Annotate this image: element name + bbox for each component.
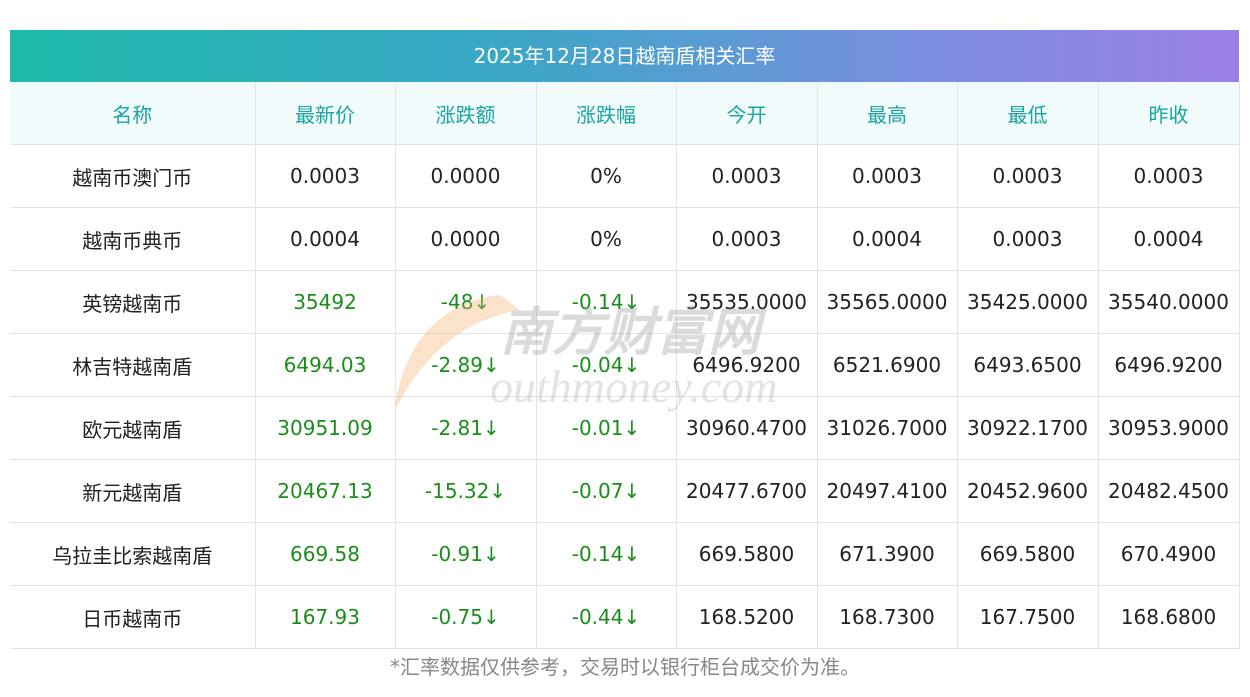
cell-open: 0.0003 (676, 207, 818, 271)
cell-name: 日币越南币 (10, 585, 256, 649)
cell-high: 35565.0000 (817, 270, 958, 334)
table-row: 日币越南币 167.93 -0.75↓ -0.44↓ 168.5200 168.7300 1… (10, 585, 1240, 649)
cell-change: -15.32↓ (395, 459, 537, 523)
cell-open: 35535.0000 (676, 270, 818, 334)
cell-open: 0.0003 (676, 144, 818, 208)
cell-change-pct: 0% (536, 207, 677, 271)
table-row: 林吉特越南盾 6494.03 -2.89↓ -0.04↓ 6496.9200 6521.6… (10, 333, 1240, 397)
cell-open: 6496.9200 (676, 333, 818, 397)
cell-prev-close: 30953.9000 (1098, 396, 1240, 460)
cell-high: 20497.4100 (817, 459, 958, 523)
cell-change: -0.75↓ (395, 585, 537, 649)
cell-name: 欧元越南盾 (10, 396, 256, 460)
cell-name: 越南币典币 (10, 207, 256, 271)
cell-change-pct: -0.44↓ (536, 585, 677, 649)
cell-prev-close: 20482.4500 (1098, 459, 1240, 523)
cell-change: -48↓ (395, 270, 537, 334)
cell-low: 30922.1700 (957, 396, 1099, 460)
cell-low: 669.5800 (957, 522, 1099, 586)
cell-latest: 20467.13 (255, 459, 396, 523)
cell-change-pct: -0.07↓ (536, 459, 677, 523)
cell-latest: 669.58 (255, 522, 396, 586)
rate-table-panel: 2025年12月28日越南盾相关汇率 名称 最新价 涨跌额 涨跌幅 今开 最高 … (10, 30, 1240, 649)
cell-prev-close: 0.0004 (1098, 207, 1240, 271)
cell-high: 0.0003 (817, 144, 958, 208)
cell-low: 35425.0000 (957, 270, 1099, 334)
cell-name: 新元越南盾 (10, 459, 256, 523)
cell-change: -0.91↓ (395, 522, 537, 586)
cell-high: 6521.6900 (817, 333, 958, 397)
cell-open: 669.5800 (676, 522, 818, 586)
cell-open: 30960.4700 (676, 396, 818, 460)
cell-latest: 6494.03 (255, 333, 396, 397)
col-header-latest: 最新价 (255, 82, 396, 145)
cell-change-pct: -0.14↓ (536, 522, 677, 586)
cell-latest: 0.0003 (255, 144, 396, 208)
col-header-name: 名称 (10, 82, 256, 145)
cell-prev-close: 35540.0000 (1098, 270, 1240, 334)
cell-open: 20477.6700 (676, 459, 818, 523)
col-header-high: 最高 (817, 82, 958, 145)
cell-prev-close: 168.6800 (1098, 585, 1240, 649)
cell-change: -2.89↓ (395, 333, 537, 397)
cell-high: 31026.7000 (817, 396, 958, 460)
col-header-open: 今开 (676, 82, 818, 145)
col-header-low: 最低 (957, 82, 1099, 145)
cell-name: 林吉特越南盾 (10, 333, 256, 397)
cell-high: 671.3900 (817, 522, 958, 586)
table-row: 越南币典币 0.0004 0.0000 0% 0.0003 0.0004 0.0003 0.0… (10, 207, 1240, 271)
table-row: 英镑越南币 35492 -48↓ -0.14↓ 35535.0000 35565.0000… (10, 270, 1240, 334)
cell-low: 167.7500 (957, 585, 1099, 649)
cell-change: 0.0000 (395, 144, 537, 208)
col-header-prev-close: 昨收 (1098, 82, 1240, 145)
cell-change: 0.0000 (395, 207, 537, 271)
cell-change-pct: -0.01↓ (536, 396, 677, 460)
cell-prev-close: 670.4900 (1098, 522, 1240, 586)
table-header-row: 名称 最新价 涨跌额 涨跌幅 今开 最高 最低 昨收 (10, 82, 1240, 145)
cell-prev-close: 0.0003 (1098, 144, 1240, 208)
cell-latest: 167.93 (255, 585, 396, 649)
cell-name: 乌拉圭比索越南盾 (10, 522, 256, 586)
cell-name: 越南币澳门币 (10, 144, 256, 208)
table-title: 2025年12月28日越南盾相关汇率 (10, 30, 1239, 82)
table-row: 欧元越南盾 30951.09 -2.81↓ -0.01↓ 30960.4700 31026… (10, 396, 1240, 460)
cell-change: -2.81↓ (395, 396, 537, 460)
cell-latest: 35492 (255, 270, 396, 334)
col-header-change-pct: 涨跌幅 (536, 82, 677, 145)
col-header-change: 涨跌额 (395, 82, 537, 145)
disclaimer-footnote: *汇率数据仅供参考，交易时以银行柜台成交价为准。 (390, 655, 860, 679)
cell-low: 20452.9600 (957, 459, 1099, 523)
cell-open: 168.5200 (676, 585, 818, 649)
cell-low: 6493.6500 (957, 333, 1099, 397)
table-row: 越南币澳门币 0.0003 0.0000 0% 0.0003 0.0003 0.0003 0.… (10, 144, 1240, 208)
cell-latest: 0.0004 (255, 207, 396, 271)
rate-table: 名称 最新价 涨跌额 涨跌幅 今开 最高 最低 昨收 越南币澳门币 0.0003 0… (10, 82, 1240, 649)
cell-high: 0.0004 (817, 207, 958, 271)
cell-low: 0.0003 (957, 207, 1099, 271)
cell-change-pct: -0.14↓ (536, 270, 677, 334)
cell-prev-close: 6496.9200 (1098, 333, 1240, 397)
table-row: 乌拉圭比索越南盾 669.58 -0.91↓ -0.14↓ 669.5800 671.39… (10, 522, 1240, 586)
cell-change-pct: 0% (536, 144, 677, 208)
cell-low: 0.0003 (957, 144, 1099, 208)
cell-high: 168.7300 (817, 585, 958, 649)
table-row: 新元越南盾 20467.13 -15.32↓ -0.07↓ 20477.6700 2049… (10, 459, 1240, 523)
cell-latest: 30951.09 (255, 396, 396, 460)
cell-change-pct: -0.04↓ (536, 333, 677, 397)
cell-name: 英镑越南币 (10, 270, 256, 334)
